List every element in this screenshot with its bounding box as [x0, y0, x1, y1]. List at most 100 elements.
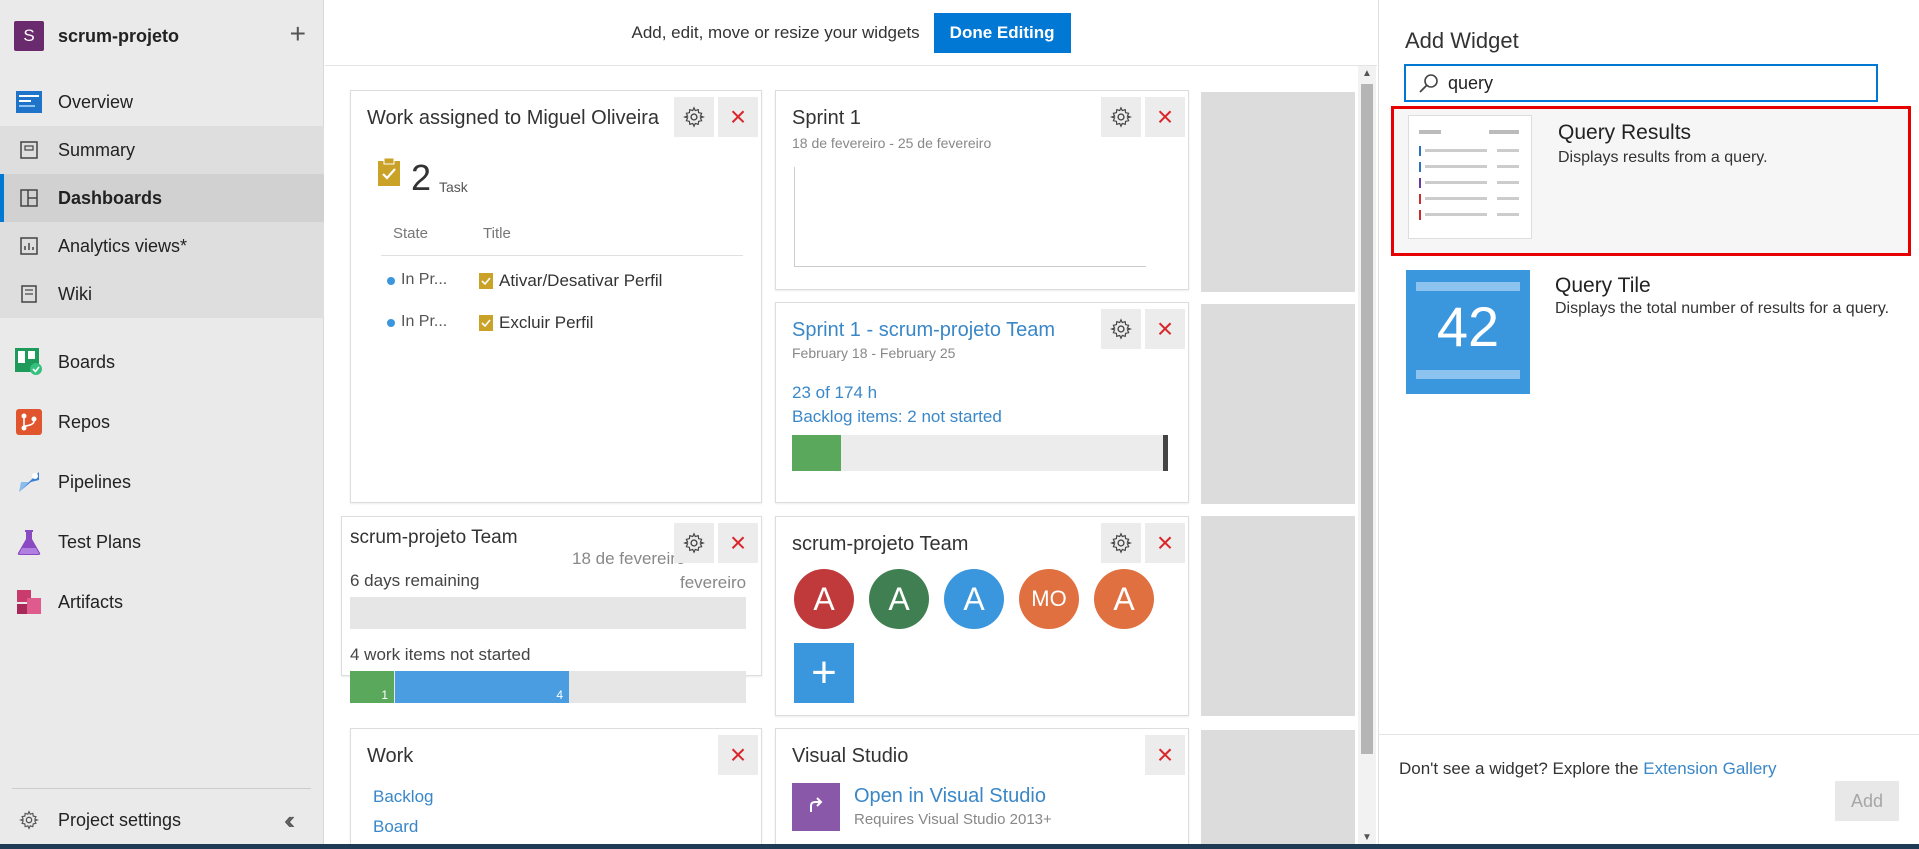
bar-segment-label: 4: [556, 688, 563, 702]
capacity-progress-fill: [792, 435, 841, 471]
widget-team-progress[interactable]: scrum-projeto Team 18 de fevereiro fever…: [341, 516, 762, 703]
summary-icon: [14, 135, 44, 165]
vertical-scrollbar[interactable]: ▲ ▼: [1358, 66, 1376, 849]
avatar[interactable]: A: [944, 569, 1004, 629]
row-title[interactable]: Excluir Perfil: [499, 313, 593, 333]
panel-title: Add Widget: [1405, 28, 1519, 53]
footer-prompt: Don't see a widget? Explore the: [1399, 759, 1644, 778]
backlog-link[interactable]: Backlog: [373, 787, 433, 807]
flask-icon: [14, 527, 44, 557]
state-dot: [387, 277, 395, 285]
capacity-marker: [1163, 435, 1168, 471]
state-dot: [387, 319, 395, 327]
widget-work-assigned[interactable]: Work assigned to Miguel Oliveira × 2 Tas…: [350, 90, 762, 503]
close-icon[interactable]: ×: [718, 97, 758, 137]
board-link[interactable]: Board: [373, 817, 418, 837]
add-member-button[interactable]: +: [794, 643, 854, 703]
gear-icon[interactable]: [1101, 97, 1141, 137]
gear-icon[interactable]: [1101, 523, 1141, 563]
open-in-visual-studio-link[interactable]: Open in Visual Studio: [854, 785, 1046, 808]
widget-title: Sprint 1: [792, 107, 861, 129]
nav-testplans[interactable]: Test Plans: [0, 518, 324, 566]
collapse-icon[interactable]: ‹‹: [284, 805, 296, 836]
widget-option-query-tile[interactable]: 42 Query Tile Displays the total number …: [1391, 266, 1911, 396]
project-name[interactable]: scrum-projeto: [58, 26, 179, 47]
task-clipboard-icon: [377, 157, 401, 187]
widget-search-input[interactable]: [1448, 72, 1848, 94]
close-icon[interactable]: ×: [718, 735, 758, 775]
task-count: 2: [411, 157, 432, 198]
project-avatar: S: [14, 21, 44, 51]
tile-bar: [1416, 282, 1520, 291]
footer-text: Don't see a widget? Explore the Extensio…: [1399, 759, 1776, 779]
widget-work-links[interactable]: Work × Backlog Board: [350, 728, 762, 849]
add-widget-panel: Add Widget Query Results Displays result…: [1378, 0, 1919, 849]
widget-option-description: Displays results from a query.: [1558, 149, 1768, 166]
capacity-hours[interactable]: 23 of 174 h: [792, 383, 877, 403]
backlog-status[interactable]: Backlog items: 2 not started: [792, 407, 1002, 427]
bar-segment-done: 1: [350, 671, 394, 703]
widget-visual-studio[interactable]: Visual Studio × Open in Visual Studio Re…: [775, 728, 1189, 849]
boards-icon: [14, 347, 44, 377]
table-divider: [381, 255, 743, 256]
scrollbar-thumb[interactable]: [1361, 84, 1373, 754]
close-icon[interactable]: ×: [1145, 309, 1185, 349]
days-progress-bar: [350, 597, 746, 629]
done-editing-button[interactable]: Done Editing: [933, 12, 1071, 53]
nav-analytics[interactable]: Analytics views*: [0, 222, 324, 270]
gear-icon[interactable]: [1101, 309, 1141, 349]
widget-search-box[interactable]: [1404, 64, 1878, 102]
wiki-icon: [14, 279, 44, 309]
edit-bar: Add, edit, move or resize your widgets D…: [325, 0, 1377, 66]
widget-sprint-burndown[interactable]: Sprint 1 18 de fevereiro - 25 de feverei…: [775, 90, 1189, 290]
widget-placeholder: [1201, 304, 1355, 504]
close-icon[interactable]: ×: [718, 523, 758, 563]
task-icon: [479, 313, 493, 331]
scroll-up-icon[interactable]: ▲: [1360, 68, 1374, 79]
repos-icon: [14, 407, 44, 437]
add-button[interactable]: Add: [1835, 781, 1899, 821]
overview-icon: [14, 87, 44, 117]
avatar[interactable]: A: [1094, 569, 1154, 629]
project-header[interactable]: S scrum-projeto +: [14, 18, 314, 52]
left-navigation: S scrum-projeto + Overview Summary Dashb…: [0, 0, 324, 849]
close-icon[interactable]: ×: [1145, 97, 1185, 137]
nav-summary[interactable]: Summary: [0, 126, 324, 174]
nav-pipelines[interactable]: Pipelines: [0, 458, 324, 506]
nav-artifacts-label: Artifacts: [58, 591, 124, 612]
row-title[interactable]: Ativar/Desativar Perfil: [499, 271, 662, 291]
widget-team-members[interactable]: scrum-projeto Team × A A A MO A +: [775, 516, 1189, 716]
nav-artifacts[interactable]: Artifacts: [0, 578, 324, 626]
widget-sprint-capacity[interactable]: Sprint 1 - scrum-projeto Team February 1…: [775, 302, 1189, 503]
column-state: State: [393, 225, 429, 242]
widget-title[interactable]: Sprint 1 - scrum-projeto Team: [792, 319, 1055, 342]
table-row[interactable]: In Pr... Excluir Perfil: [387, 309, 747, 341]
nav-boards[interactable]: Boards: [0, 338, 324, 386]
nav-testplans-label: Test Plans: [58, 531, 142, 552]
add-icon[interactable]: +: [290, 18, 306, 50]
dashboard-canvas: Work assigned to Miguel Oliveira × 2 Tas…: [325, 66, 1377, 849]
avatar[interactable]: A: [794, 569, 854, 629]
dashboard-area: Add, edit, move or resize your widgets D…: [325, 0, 1377, 849]
table-row[interactable]: In Pr... Ativar/Desativar Perfil: [387, 267, 747, 299]
avatar[interactable]: A: [869, 569, 929, 629]
pipelines-icon: [14, 467, 44, 497]
extension-gallery-link[interactable]: Extension Gallery: [1643, 759, 1776, 778]
close-icon[interactable]: ×: [1145, 735, 1185, 775]
close-icon[interactable]: ×: [1145, 523, 1185, 563]
nav-wiki[interactable]: Wiki: [0, 270, 324, 318]
avatar-initials: MO: [1031, 586, 1067, 611]
nav-dashboards[interactable]: Dashboards: [0, 174, 324, 222]
avatar[interactable]: MO: [1019, 569, 1079, 629]
widget-title: scrum-projeto Team: [792, 533, 969, 555]
nav-project-settings[interactable]: Project settings ‹‹: [0, 796, 324, 844]
gear-icon[interactable]: [674, 523, 714, 563]
avatar-initials: A: [813, 580, 835, 617]
gear-icon[interactable]: [674, 97, 714, 137]
nav-repos[interactable]: Repos: [0, 398, 324, 446]
scroll-down-icon[interactable]: ▼: [1360, 832, 1374, 843]
nav-overview[interactable]: Overview: [0, 78, 324, 126]
widget-placeholder: [1201, 516, 1355, 716]
tile-number: 42: [1436, 295, 1500, 358]
widget-option-query-results[interactable]: Query Results Displays results from a qu…: [1391, 106, 1911, 256]
